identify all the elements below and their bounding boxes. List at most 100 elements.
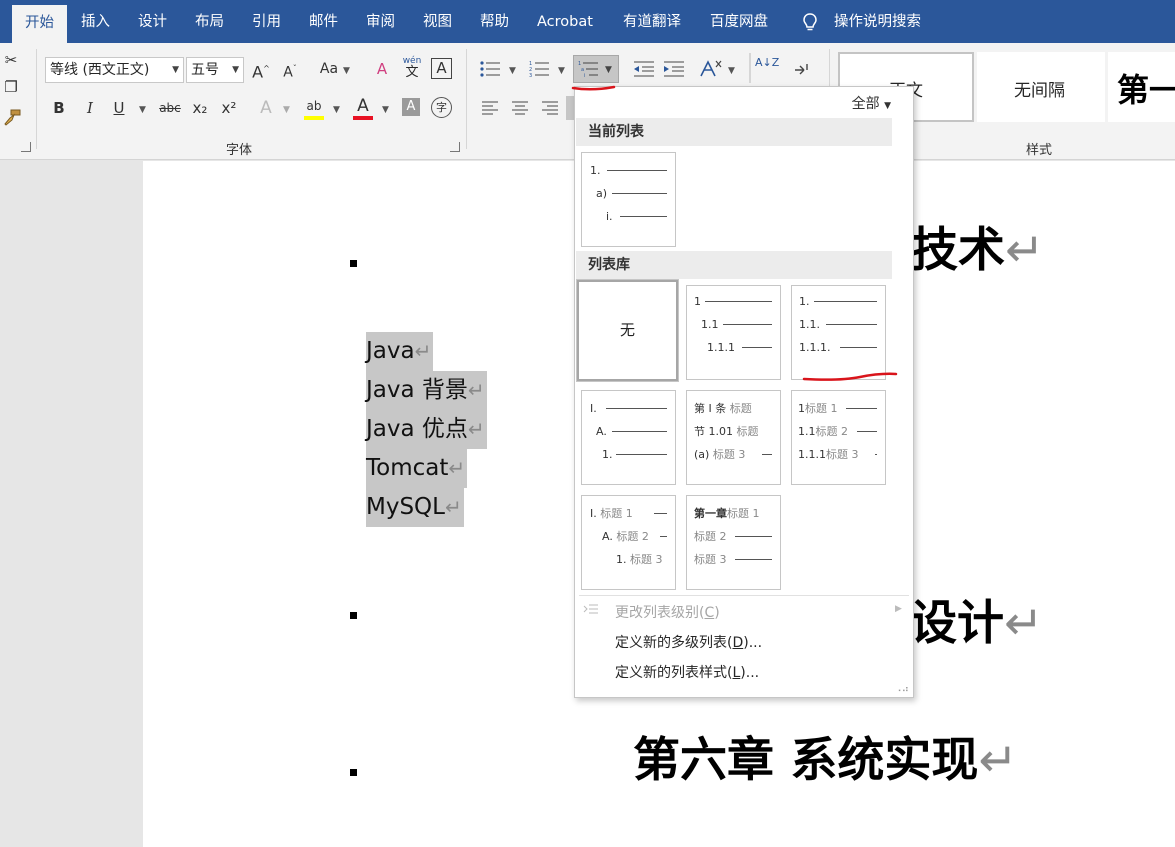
tab-mailings[interactable]: 邮件 xyxy=(309,0,338,43)
tab-references[interactable]: 引用 xyxy=(252,0,281,43)
align-right-icon[interactable] xyxy=(541,100,559,116)
enclose-characters-icon[interactable]: 字 xyxy=(431,97,452,118)
tab-layout[interactable]: 布局 xyxy=(195,0,224,43)
list-thumb-heading-numbered[interactable]: 1标题 1 1.1标题 2 1.1.1标题 3 xyxy=(791,390,886,485)
paragraph-mark: ↵ xyxy=(448,456,466,480)
tab-youdao[interactable]: 有道翻译 xyxy=(623,0,681,43)
text-effects-letter: A xyxy=(260,98,272,118)
clipboard-dialog-launcher[interactable] xyxy=(21,142,31,152)
clear-formatting-icon[interactable]: A xyxy=(372,58,392,80)
heading-bullet-mark xyxy=(350,769,357,776)
thumb-line xyxy=(742,347,772,348)
thumb-level-3: 1.1.1 xyxy=(707,341,735,354)
superscript-button[interactable]: x² xyxy=(219,97,239,119)
list-item-text: MySQL xyxy=(366,494,445,520)
tab-home[interactable]: 开始 xyxy=(12,5,67,43)
highlight-letters: ab xyxy=(306,99,322,113)
text-effects-icon[interactable]: A xyxy=(256,97,276,119)
resize-grip-icon[interactable]: ⠠⠴ xyxy=(894,685,909,695)
thumb-level-title: 标题 1 xyxy=(600,507,633,520)
list-item[interactable]: Java↵ xyxy=(366,332,434,371)
tab-design[interactable]: 设计 xyxy=(138,0,167,43)
increase-indent-icon[interactable] xyxy=(663,60,685,78)
thumb-line xyxy=(606,408,667,409)
list-thumb-chapter[interactable]: 第一章标题 1 标题 2 标题 3 xyxy=(686,495,781,590)
thumb-level-2: a) xyxy=(596,187,608,200)
list-item[interactable]: MySQL↵ xyxy=(366,488,464,527)
tell-me-search[interactable]: 操作说明搜索 xyxy=(834,0,921,43)
thumb-line xyxy=(840,347,877,348)
list-library-header: 列表库 xyxy=(576,251,892,279)
svg-text:i: i xyxy=(584,73,585,78)
thumb-section-number: 节 1.01 xyxy=(694,425,733,438)
list-filter-value: 全部 xyxy=(851,96,880,112)
format-painter-icon[interactable] xyxy=(4,109,21,126)
cut-icon[interactable]: ✂ xyxy=(3,49,19,71)
phonetic-guide-icon[interactable]: wén 文 xyxy=(402,56,422,82)
list-thumb-roman-heading[interactable]: I. 标题 1 A. 标题 2 1. 标题 3 xyxy=(581,495,676,590)
copy-icon[interactable]: ❐ xyxy=(3,76,19,98)
list-thumb-current[interactable]: 1. a) i. xyxy=(581,152,676,247)
list-thumb-article-section[interactable]: 第 I 条 标题 节 1.01 标题 (a) 标题 3 xyxy=(686,390,781,485)
align-left-icon[interactable] xyxy=(481,100,499,116)
bullets-icon[interactable] xyxy=(480,60,502,78)
heading-chapter-implementation[interactable]: 第六章 系统实现↵ xyxy=(633,721,1018,790)
menu-define-list-style[interactable]: 定义新的列表样式(L)... xyxy=(615,662,759,682)
list-thumb-1-1-1-dots[interactable]: 1. 1.1. 1.1.1. xyxy=(791,285,886,380)
strikethrough-button[interactable]: abc xyxy=(158,97,182,119)
menu-define-multilevel-list[interactable]: 定义新的多级列表(D)... xyxy=(615,632,762,652)
font-color-icon[interactable]: A xyxy=(353,95,373,117)
current-list-header: 当前列表 xyxy=(576,118,892,146)
show-formatting-marks-icon[interactable] xyxy=(792,60,812,78)
tab-insert[interactable]: 插入 xyxy=(81,0,110,43)
align-center-icon[interactable] xyxy=(511,100,529,116)
thumb-line xyxy=(612,431,667,432)
list-item[interactable]: Tomcat↵ xyxy=(366,449,468,488)
subscript-button[interactable]: x₂ xyxy=(190,97,210,119)
multilevel-list-button[interactable]: 1ai ▼ xyxy=(573,55,619,83)
numbering-icon[interactable]: 123 xyxy=(529,60,551,78)
tab-baidu-pan[interactable]: 百度网盘 xyxy=(710,0,768,43)
paragraph-mark: ↵ xyxy=(444,495,462,519)
font-name-select[interactable]: 等线 (西文正文) ▼ xyxy=(45,57,184,83)
character-border-icon[interactable]: A xyxy=(431,58,452,79)
thumb-chapter-title: 标题 1 xyxy=(727,507,760,520)
italic-button[interactable]: I xyxy=(81,97,99,119)
style-heading1[interactable]: 第一 xyxy=(1108,52,1175,122)
list-thumb-1-1-1[interactable]: 1 1.1 1.1.1 xyxy=(686,285,781,380)
highlight-color-icon[interactable]: ab xyxy=(303,95,325,117)
heading-chapter-tech[interactable]: 技术↵ xyxy=(911,211,1044,280)
style-no-spacing[interactable]: 无间隔 xyxy=(977,52,1105,122)
chevron-down-icon: ▼ xyxy=(728,66,735,76)
tab-view[interactable]: 视图 xyxy=(423,0,452,43)
font-dialog-launcher[interactable] xyxy=(450,142,460,152)
menu-define-style-text: 定义新的列表样式 xyxy=(615,665,727,681)
list-item[interactable]: Java 优点↵ xyxy=(366,410,487,449)
bold-button[interactable]: B xyxy=(50,97,68,119)
tab-review[interactable]: 审阅 xyxy=(366,0,395,43)
chevron-down-icon: ▼ xyxy=(884,101,891,111)
character-shading-icon[interactable]: A xyxy=(402,98,420,116)
font-color-bar xyxy=(353,116,373,120)
thumb-line xyxy=(612,193,667,194)
chinese-layout-icon[interactable] xyxy=(699,58,723,80)
decrease-indent-icon[interactable] xyxy=(633,60,655,78)
grow-font-icon[interactable]: A^ xyxy=(251,58,271,83)
font-size-select[interactable]: 五号 ▼ xyxy=(186,57,244,83)
underline-button[interactable]: U xyxy=(110,97,128,119)
change-list-level-icon xyxy=(583,604,598,614)
sort-icon[interactable]: A↓Z xyxy=(755,57,779,68)
list-filter-select[interactable]: 全部 ▼ xyxy=(852,93,891,113)
change-case-icon[interactable]: Aa xyxy=(317,58,341,80)
chevron-down-icon: ▼ xyxy=(232,65,239,75)
tab-acrobat[interactable]: Acrobat xyxy=(537,0,593,43)
thumb-level-1: 1 xyxy=(694,295,701,308)
list-thumb-roman[interactable]: I. A. 1. xyxy=(581,390,676,485)
thumb-level-1: 第 I 条 标题 xyxy=(694,403,752,415)
list-thumb-none[interactable]: 无 xyxy=(576,279,679,382)
justify-button[interactable] xyxy=(566,96,574,120)
tab-help[interactable]: 帮助 xyxy=(480,0,509,43)
shrink-font-icon[interactable]: Aˇ xyxy=(280,58,300,84)
thumb-level-number: A. xyxy=(602,530,613,543)
list-item[interactable]: Java 背景↵ xyxy=(366,371,487,410)
